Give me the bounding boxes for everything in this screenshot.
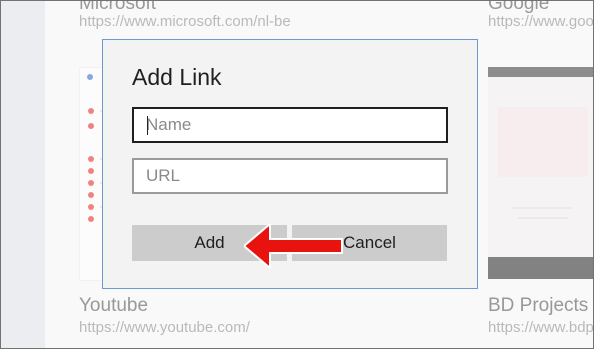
name-input[interactable] [134, 109, 446, 141]
url-input[interactable] [134, 160, 446, 192]
arrow-left-icon [244, 224, 343, 268]
url-field[interactable] [132, 158, 448, 194]
dialog-title: Add Link [132, 64, 222, 90]
name-field[interactable] [132, 107, 448, 143]
arrow-shape [244, 224, 343, 268]
text-caret [147, 116, 148, 135]
